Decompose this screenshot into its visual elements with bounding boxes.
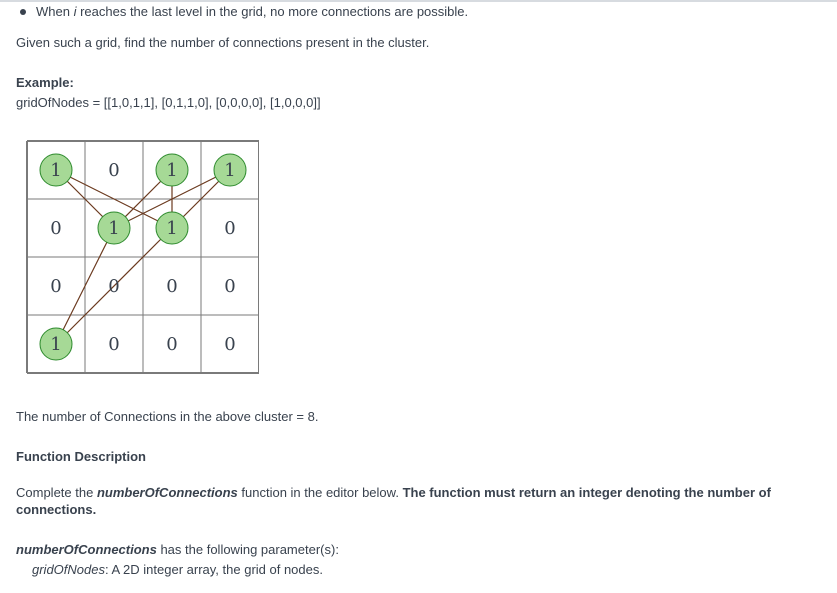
- grid-cell-value: 0: [108, 160, 119, 181]
- grid-diagram: 1 0 1 1 0 1 1 0 0 0 0 0 1 0 0 0: [26, 140, 259, 374]
- grid-cell-value: 0: [108, 334, 119, 355]
- bullet-item: When i reaches the last level in the gri…: [20, 3, 468, 20]
- fd-function-name: numberOfConnections: [96, 485, 238, 500]
- result-text: The number of Connections in the above c…: [16, 409, 319, 424]
- grid-cell-value: 0: [166, 276, 177, 297]
- grid-cell-value: 1: [108, 218, 119, 239]
- grid-cell-value: 0: [50, 276, 61, 297]
- bullet-dot: [20, 8, 26, 15]
- fd-prefix: Complete the: [16, 485, 97, 500]
- parameters-intro: numberOfConnections has the following pa…: [16, 541, 339, 558]
- example-input: gridOfNodes = [[1,0,1,1], [0,1,1,0], [0,…: [16, 95, 321, 110]
- param-desc: : A 2D integer array, the grid of nodes.: [104, 562, 323, 577]
- param-intro-text: has the following parameter(s):: [156, 542, 339, 557]
- grid-cell-value: 1: [166, 218, 177, 239]
- bullet-prefix: When: [36, 4, 74, 19]
- top-divider: [0, 0, 837, 2]
- grid-cell-value: 0: [108, 276, 119, 297]
- grid-cell-value: 0: [224, 218, 235, 239]
- grid-cell-value: 1: [50, 160, 61, 181]
- param-name: gridOfNodes: [32, 562, 105, 577]
- function-description-text: Complete the numberOfConnections functio…: [16, 484, 816, 518]
- parameter-item: gridOfNodes: A 2D integer array, the gri…: [32, 561, 323, 578]
- example-heading: Example:: [16, 75, 74, 90]
- bullet-suffix: reaches the last level in the grid, no m…: [76, 4, 469, 19]
- grid-cell-value: 1: [224, 160, 235, 181]
- grid-cell-value: 0: [50, 218, 61, 239]
- grid-cell-value: 0: [166, 334, 177, 355]
- grid-cell-value: 1: [166, 160, 177, 181]
- grid-cell-value: 0: [224, 276, 235, 297]
- intro-text: Given such a grid, find the number of co…: [16, 35, 430, 50]
- grid-cell-value: 0: [224, 334, 235, 355]
- function-description-heading: Function Description: [16, 449, 146, 464]
- grid-cell-value: 1: [50, 334, 61, 355]
- fd-middle: function in the editor below.: [237, 485, 403, 500]
- param-function-name: numberOfConnections: [16, 542, 157, 557]
